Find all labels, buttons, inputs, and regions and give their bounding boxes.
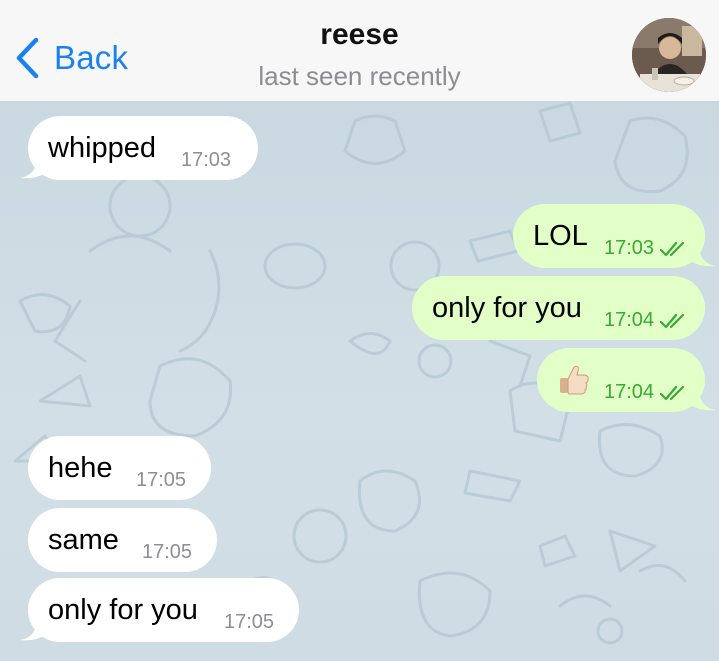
avatar[interactable] (632, 18, 706, 92)
message-bubble-outgoing[interactable]: 17:04 (537, 348, 716, 412)
message-text: only for you (48, 593, 198, 626)
contact-name[interactable]: reese (0, 18, 719, 52)
message-time: 17:04 (604, 381, 655, 403)
message-bubble-incoming[interactable]: whipped 17:03 (20, 116, 258, 180)
nav-bar: Back reese last seen recently (0, 0, 719, 101)
contact-status: last seen recently (258, 61, 461, 91)
message-bubble-outgoing[interactable]: only for you 17:04 (412, 276, 705, 340)
message-text: same (48, 523, 119, 556)
message-bubble-incoming[interactable]: only for you 17:05 (20, 578, 299, 642)
bubble-tail (684, 234, 716, 267)
message-time: 17:03 (181, 149, 232, 171)
message-time: 17:04 (604, 309, 655, 331)
message-text: hehe (48, 451, 113, 484)
message-text: LOL (533, 219, 588, 252)
contact-photo-icon (632, 18, 706, 92)
double-check-icon (660, 241, 685, 257)
double-check-icon (660, 313, 685, 329)
thumbs-up-icon (560, 365, 589, 395)
message-time: 17:05 (136, 469, 187, 491)
message-bubble-outgoing[interactable]: LOL 17:03 (513, 204, 716, 268)
message-text: only for you (432, 291, 582, 324)
message-time: 17:03 (604, 237, 655, 259)
message-bubble-incoming[interactable]: same 17:05 (28, 508, 217, 572)
double-check-icon (660, 385, 685, 401)
message-time: 17:05 (224, 611, 275, 633)
message-text: whipped (48, 131, 157, 164)
message-time: 17:05 (142, 541, 193, 563)
bubble-tail (684, 378, 716, 411)
message-bubble-incoming[interactable]: hehe 17:05 (28, 436, 211, 500)
